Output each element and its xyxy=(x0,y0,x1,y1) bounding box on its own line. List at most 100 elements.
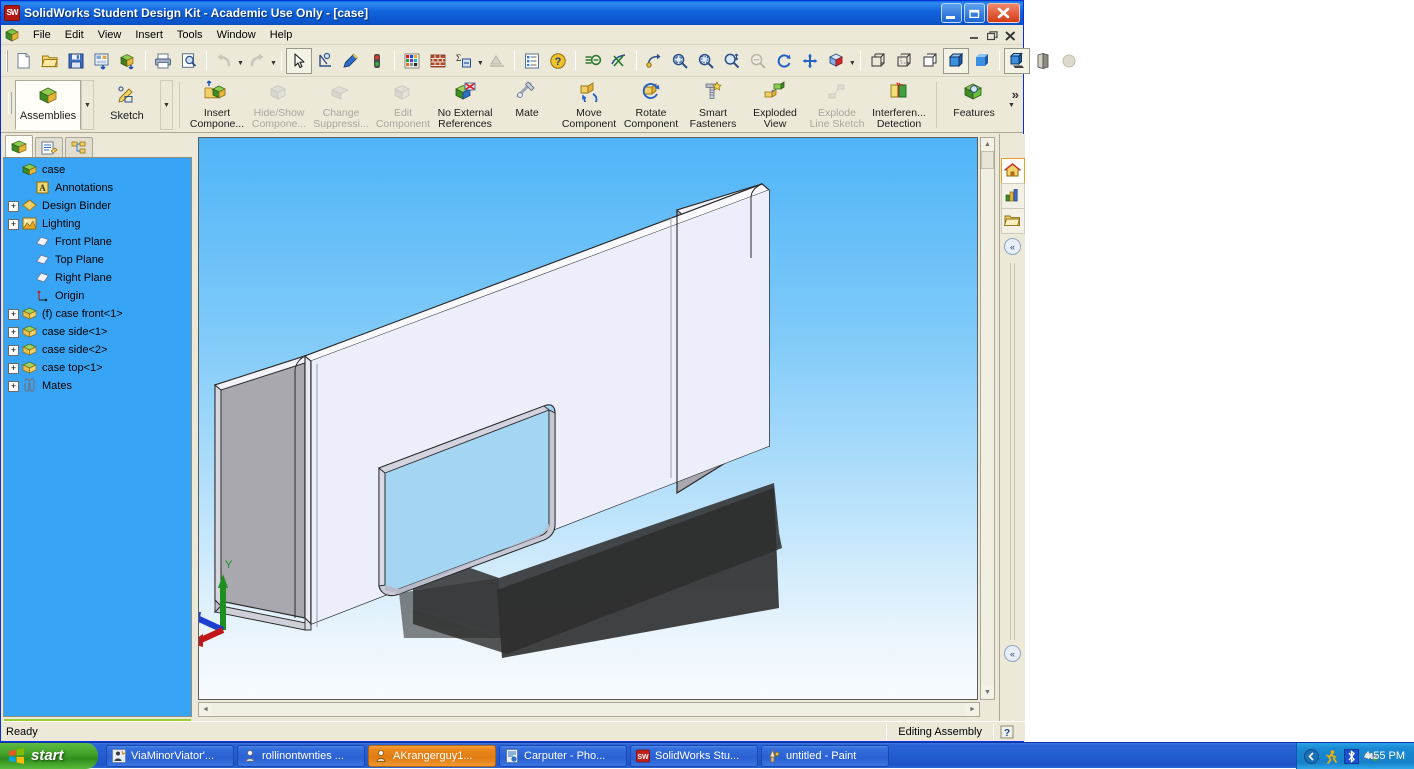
redo-button[interactable] xyxy=(244,48,270,74)
assemblies-dropdown-caret[interactable]: ▼ xyxy=(81,80,94,130)
sw-resources-button[interactable] xyxy=(1001,158,1025,184)
design-library-button[interactable] xyxy=(1001,183,1025,209)
hidden-lines-removed-button[interactable] xyxy=(917,48,943,74)
measure-button[interactable] xyxy=(312,48,338,74)
shaded-button[interactable] xyxy=(969,48,995,74)
menu-view[interactable]: View xyxy=(91,27,129,43)
new-document-button[interactable] xyxy=(11,48,37,74)
edit-color-button[interactable] xyxy=(338,48,364,74)
tree-expander[interactable]: + xyxy=(8,345,19,356)
mdi-minimize-button[interactable] xyxy=(966,28,983,43)
system-clock[interactable]: 4:55 PM xyxy=(1364,750,1405,762)
menu-edit[interactable]: Edit xyxy=(58,27,91,43)
wireframe-button[interactable] xyxy=(865,48,891,74)
pan-button[interactable] xyxy=(797,48,823,74)
tree-item-top-plane[interactable]: Top Plane xyxy=(8,251,191,269)
bluetooth-icon[interactable] xyxy=(1344,749,1359,764)
tree-item-case-side-2[interactable]: + case side<2> xyxy=(8,341,191,359)
taskbar-item-akrangerguy1[interactable]: AKrangerguy1... xyxy=(368,745,496,767)
task-pane-collapse-top[interactable]: « xyxy=(1004,238,1021,255)
taskbar-item-solidworks[interactable]: SW SolidWorks Stu... xyxy=(630,745,758,767)
realview-graphics-button[interactable] xyxy=(1056,48,1082,74)
colors-palette-button[interactable] xyxy=(399,48,425,74)
tree-item-lighting[interactable]: + Lighting xyxy=(8,215,191,233)
tree-item-case-front-1[interactable]: + (f) case front<1> xyxy=(8,305,191,323)
tree-expander[interactable]: + xyxy=(8,363,19,374)
display-state-button[interactable] xyxy=(580,48,606,74)
redo-dropdown-caret[interactable]: ▼ xyxy=(270,48,277,74)
command-manager-grip[interactable] xyxy=(8,92,12,114)
open-document-button[interactable] xyxy=(37,48,63,74)
file-explorer-button[interactable] xyxy=(1001,208,1025,234)
command-manager-overflow[interactable]: » xyxy=(1012,87,1019,102)
tree-item-case[interactable]: case xyxy=(8,161,191,179)
view-orientation-button[interactable] xyxy=(823,48,849,74)
view-orientation-dropdown-caret[interactable]: ▼ xyxy=(849,48,856,74)
tree-expander[interactable]: + xyxy=(8,327,19,338)
tab-sketch[interactable]: Sketch xyxy=(94,80,160,130)
minimize-button[interactable] xyxy=(941,3,962,23)
zoom-to-area-button[interactable] xyxy=(693,48,719,74)
check-tool-button[interactable] xyxy=(364,48,390,74)
tree-expander[interactable]: + xyxy=(8,219,19,230)
tree-item-mates[interactable]: + Mates xyxy=(8,377,191,395)
feature-manager-tab[interactable] xyxy=(5,135,33,157)
cmd-mate[interactable]: Mate xyxy=(496,80,558,132)
graphics-viewport[interactable]: Y Z X xyxy=(198,137,978,700)
menu-insert[interactable]: Insert xyxy=(128,27,170,43)
scroll-left-arrow[interactable]: ◄ xyxy=(199,703,212,716)
cmd-explode-line-sketch[interactable]: Explode Line Sketch xyxy=(806,80,868,132)
feature-tree[interactable]: case A Annotations + xyxy=(3,157,192,717)
runner-icon[interactable] xyxy=(1324,749,1339,764)
hidden-lines-visible-button[interactable] xyxy=(891,48,917,74)
cmd-rotate-component[interactable]: Rotate Component xyxy=(620,80,682,132)
sketch-dropdown-caret[interactable]: ▼ xyxy=(160,80,173,130)
rebuild-button[interactable] xyxy=(484,48,510,74)
show-hidden-icons-icon[interactable] xyxy=(1304,749,1319,764)
tab-assemblies[interactable]: Assemblies xyxy=(15,80,81,130)
tree-item-origin[interactable]: Origin xyxy=(8,287,191,305)
cmd-exploded-view[interactable]: Exploded View xyxy=(744,80,806,132)
cmd-features[interactable]: Features xyxy=(943,80,1005,132)
tree-item-annotations[interactable]: A Annotations xyxy=(8,179,191,197)
options-button[interactable] xyxy=(519,48,545,74)
texture-button[interactable] xyxy=(425,48,451,74)
taskbar-item-carputer[interactable]: Carputer - Pho... xyxy=(499,745,627,767)
cmd-interference-detection[interactable]: Interferen... Detection xyxy=(868,80,930,132)
viewport-vertical-scrollbar[interactable]: ▲ ▼ xyxy=(980,137,995,700)
make-assembly-button[interactable] xyxy=(115,48,141,74)
zoom-in-out-button[interactable] xyxy=(719,48,745,74)
save-document-button[interactable] xyxy=(63,48,89,74)
menu-file[interactable]: File xyxy=(26,27,58,43)
taskbar-item-viaminorviator[interactable]: ViaMinorViator'... xyxy=(106,745,234,767)
cmd-insert-component[interactable]: Insert Compone... xyxy=(186,80,248,132)
menu-window[interactable]: Window xyxy=(210,27,263,43)
equations-dropdown-caret[interactable]: ▼ xyxy=(477,48,484,74)
tree-expander[interactable]: + xyxy=(8,381,19,392)
vertical-scroll-thumb[interactable] xyxy=(981,151,994,169)
tree-item-front-plane[interactable]: Front Plane xyxy=(8,233,191,251)
tree-item-case-top-1[interactable]: + case top<1> xyxy=(8,359,191,377)
tree-item-right-plane[interactable]: Right Plane xyxy=(8,269,191,287)
rotate-view-button[interactable] xyxy=(771,48,797,74)
undo-button[interactable] xyxy=(211,48,237,74)
previous-view-button[interactable] xyxy=(641,48,667,74)
equations-button[interactable]: Σ xyxy=(451,48,477,74)
scroll-down-arrow[interactable]: ▼ xyxy=(981,686,994,699)
scroll-up-arrow[interactable]: ▲ xyxy=(981,138,994,151)
select-button[interactable] xyxy=(286,48,312,74)
shadows-in-shaded-mode-button[interactable] xyxy=(1004,48,1030,74)
toolbar-grip[interactable] xyxy=(6,50,8,72)
tree-item-design-binder[interactable]: + Design Binder xyxy=(8,197,191,215)
start-button[interactable]: start xyxy=(0,743,98,769)
cmd-change-suppression[interactable]: Change Suppressi... xyxy=(310,80,372,132)
print-preview-button[interactable] xyxy=(176,48,202,74)
mdi-close-button[interactable] xyxy=(1002,28,1019,43)
tree-item-case-side-1[interactable]: + case side<1> xyxy=(8,323,191,341)
zoom-to-selection-button[interactable] xyxy=(745,48,771,74)
tree-expander[interactable]: + xyxy=(8,309,19,320)
zoom-to-fit-button[interactable] xyxy=(667,48,693,74)
perspective-button[interactable] xyxy=(1030,48,1056,74)
shaded-with-edges-button[interactable] xyxy=(943,48,969,74)
viewport-horizontal-scrollbar[interactable]: ◄ ► xyxy=(198,702,980,717)
